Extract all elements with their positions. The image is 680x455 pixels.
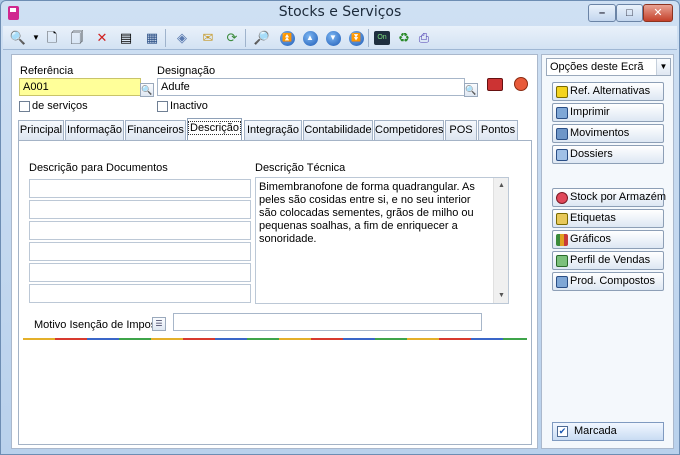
tab-descricao[interactable]: Descrição bbox=[187, 118, 242, 141]
app-window: Stocks e Serviços – □ ✕ 🔍 ▼ 🗋 🗍 ✕ ▤ ▦ ◈ … bbox=[0, 0, 680, 455]
card-icon[interactable] bbox=[486, 75, 504, 93]
referencia-field[interactable]: A001 bbox=[19, 78, 141, 96]
stop-icon[interactable] bbox=[512, 75, 530, 93]
preview-icon[interactable]: 🔎 bbox=[253, 29, 271, 47]
label-icon bbox=[556, 213, 568, 225]
on-icon[interactable]: On bbox=[373, 29, 391, 47]
search-icon[interactable]: 🔍 bbox=[9, 29, 27, 47]
inactivo-checkbox[interactable] bbox=[157, 101, 168, 112]
tab-integracao[interactable]: Integração bbox=[244, 120, 302, 140]
screen-options-dropdown[interactable]: Opções deste Ecrã ▼ bbox=[546, 58, 671, 76]
inactivo-label: Inactivo bbox=[170, 100, 208, 112]
doc-description-label: Descrição para Documentos bbox=[29, 162, 168, 174]
export-icon[interactable]: ⎙ bbox=[415, 29, 433, 47]
table-icon[interactable]: ▦ bbox=[143, 29, 161, 47]
tech-description-textarea[interactable]: Bimembranofone de forma quadrangular. As… bbox=[255, 177, 509, 304]
tab-principal[interactable]: Principal bbox=[18, 120, 64, 140]
close-button[interactable]: ✕ bbox=[643, 4, 673, 22]
stock-armazem-button[interactable]: Stock por Armazém bbox=[552, 188, 666, 207]
print-icon bbox=[556, 107, 568, 119]
ref-alternativas-button[interactable]: Ref. Alternativas bbox=[552, 82, 664, 101]
chart-icon bbox=[556, 234, 568, 246]
prod-compostos-button[interactable]: Prod. Compostos bbox=[552, 272, 664, 291]
properties-icon[interactable]: ▤ bbox=[117, 29, 135, 47]
minimize-button[interactable]: – bbox=[588, 4, 616, 22]
tech-description-text: Bimembranofone de forma quadrangular. As… bbox=[259, 181, 475, 245]
motivo-isencao-field[interactable] bbox=[173, 313, 482, 331]
screen-options-value: Opções deste Ecrã bbox=[550, 61, 644, 73]
tab-competidores[interactable]: Competidores bbox=[374, 120, 444, 140]
doc-description-line[interactable] bbox=[29, 242, 251, 261]
first-record-icon[interactable]: ⏫ bbox=[278, 29, 296, 47]
doc-description-line[interactable] bbox=[29, 221, 251, 240]
checkmark-icon: ✔ bbox=[557, 426, 568, 437]
imprimir-button[interactable]: Imprimir bbox=[552, 103, 664, 122]
list-icon bbox=[556, 128, 568, 140]
sales-profile-icon bbox=[556, 255, 568, 267]
tab-pos[interactable]: POS bbox=[445, 120, 477, 140]
servicos-label: de serviços bbox=[32, 100, 88, 112]
toolbar-separator bbox=[368, 29, 369, 47]
window-title: Stocks e Serviços bbox=[278, 4, 402, 20]
color-stripe bbox=[23, 338, 527, 340]
side-panel: Opções deste Ecrã ▼ Ref. Alternativas Im… bbox=[541, 54, 674, 449]
descricao-tab-panel: Descrição para Documentos Descrição Técn… bbox=[18, 140, 532, 445]
dossiers-button[interactable]: Dossiers bbox=[552, 145, 664, 164]
folder-icon bbox=[556, 149, 568, 161]
designacao-field[interactable]: Adufe bbox=[157, 78, 465, 96]
doc-description-line[interactable] bbox=[29, 200, 251, 219]
perfil-vendas-button[interactable]: Perfil de Vendas bbox=[552, 251, 664, 270]
referencia-label: Referência bbox=[20, 65, 74, 77]
copy-document-icon[interactable]: 🗍 bbox=[68, 29, 86, 47]
composite-product-icon bbox=[556, 276, 568, 288]
graficos-button[interactable]: Gráficos bbox=[552, 230, 664, 249]
chevron-down-icon[interactable]: ▼ bbox=[656, 59, 670, 75]
doc-description-line[interactable] bbox=[29, 179, 251, 198]
tab-pontos[interactable]: Pontos bbox=[478, 120, 518, 140]
designacao-lookup-icon[interactable]: 🔍 bbox=[464, 83, 478, 97]
new-document-icon[interactable]: 🗋 bbox=[43, 29, 61, 47]
mail-icon[interactable]: ✉ bbox=[199, 29, 217, 47]
key-icon bbox=[556, 86, 568, 98]
next-record-icon[interactable]: ▼ bbox=[324, 29, 342, 47]
marcada-toggle[interactable]: ✔ Marcada bbox=[552, 422, 664, 441]
motivo-isencao-label: Motivo Isenção de Imposto bbox=[34, 319, 166, 331]
title-bar: Stocks e Serviços – □ ✕ bbox=[1, 1, 679, 25]
main-panel: Referência A001 🔍 Designação Adufe 🔍 de … bbox=[11, 54, 538, 449]
delete-icon[interactable]: ✕ bbox=[93, 29, 111, 47]
maximize-button[interactable]: □ bbox=[616, 4, 643, 22]
refresh-icon[interactable]: ⟳ bbox=[223, 29, 241, 47]
last-record-icon[interactable]: ⏬ bbox=[347, 29, 365, 47]
doc-description-line[interactable] bbox=[29, 284, 251, 303]
print-box-icon[interactable]: ◈ bbox=[173, 29, 191, 47]
toolbar: 🔍 ▼ 🗋 🗍 ✕ ▤ ▦ ◈ ✉ ⟳ 🔎 ⏫ ▲ ▼ ⏬ On ♻ ⎙ bbox=[3, 26, 677, 50]
toolbar-separator bbox=[165, 29, 166, 47]
servicos-checkbox[interactable] bbox=[19, 101, 30, 112]
scroll-up-icon[interactable]: ▲ bbox=[494, 178, 509, 193]
scroll-down-icon[interactable]: ▼ bbox=[494, 288, 509, 303]
etiquetas-button[interactable]: Etiquetas bbox=[552, 209, 664, 228]
tab-contabilidade[interactable]: Contabilidade bbox=[303, 120, 373, 140]
list-picker-icon[interactable]: ☰ bbox=[152, 317, 166, 331]
doc-description-line[interactable] bbox=[29, 263, 251, 282]
marcada-label: Marcada bbox=[574, 425, 617, 437]
sync-icon[interactable]: ♻ bbox=[395, 29, 413, 47]
designacao-label: Designação bbox=[157, 65, 216, 77]
warehouse-icon bbox=[556, 192, 568, 204]
tech-description-label: Descrição Técnica bbox=[255, 162, 346, 174]
toolbar-separator bbox=[245, 29, 246, 47]
tab-informacao[interactable]: Informação bbox=[65, 120, 124, 140]
movimentos-button[interactable]: Movimentos bbox=[552, 124, 664, 143]
tab-financeiros[interactable]: Financeiros bbox=[125, 120, 186, 140]
referencia-lookup-icon[interactable]: 🔍 bbox=[140, 83, 154, 97]
previous-record-icon[interactable]: ▲ bbox=[301, 29, 319, 47]
textarea-scrollbar[interactable]: ▲ ▼ bbox=[493, 178, 508, 303]
